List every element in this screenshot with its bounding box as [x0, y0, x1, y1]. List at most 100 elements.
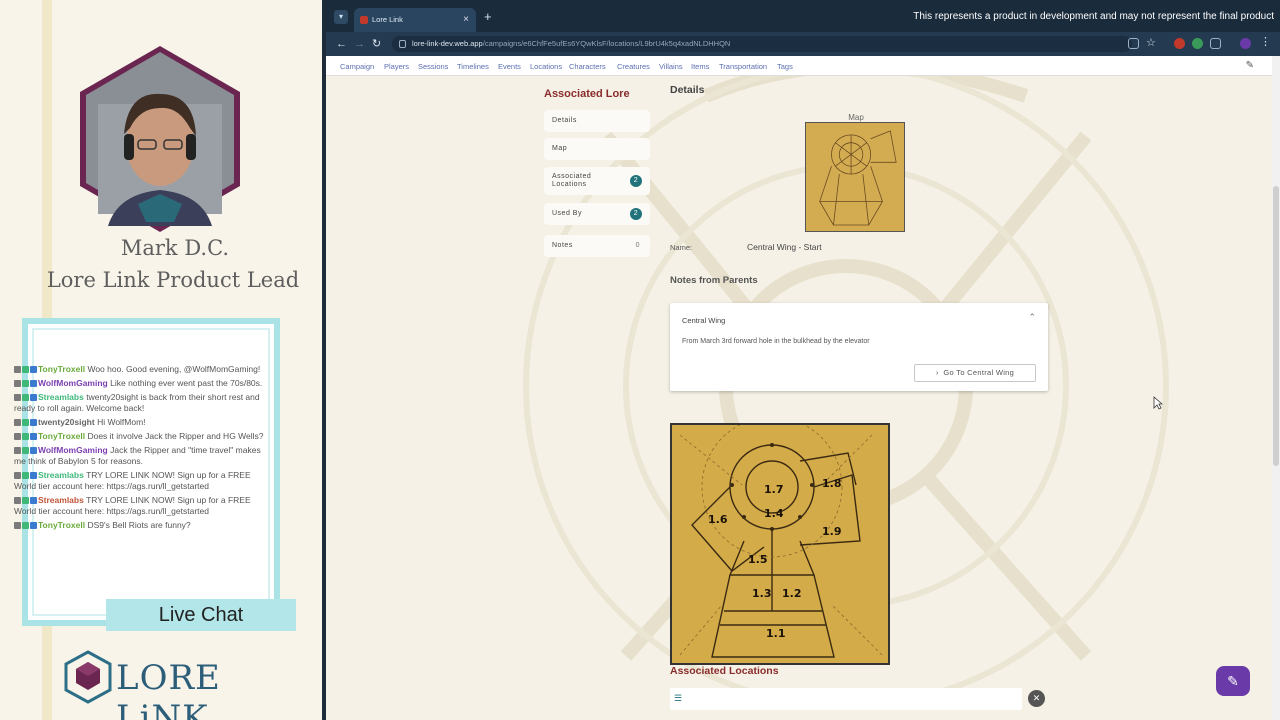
details-heading: Details	[670, 84, 705, 96]
badge-icon	[30, 419, 37, 426]
install-app-icon[interactable]	[1128, 38, 1139, 49]
map-room-label: 1.8	[822, 477, 842, 490]
url-host: lore-link-dev.web.app	[412, 39, 483, 48]
badge-icon	[30, 366, 37, 373]
edit-pencil-icon[interactable]: ✎	[1246, 60, 1254, 71]
extension-icon[interactable]	[1174, 38, 1185, 49]
chat-message: TonyTroxell Does it involve Jack the Rip…	[14, 431, 272, 442]
nav-link-events[interactable]: Events	[498, 62, 521, 71]
nav-link-characters[interactable]: Characters	[569, 62, 606, 71]
nav-link-campaign[interactable]: Campaign	[340, 62, 374, 71]
notes-fab-button[interactable]: ✎	[1216, 666, 1250, 696]
badge-icon	[22, 394, 29, 401]
badge-icon	[30, 380, 37, 387]
chat-message: TonyTroxell DS9's Bell Riots are funny?	[14, 520, 272, 531]
name-label: Name:	[670, 243, 693, 252]
chat-message: twenty20sight Hi WolfMom!	[14, 417, 272, 428]
chat-log: TonyTroxell Woo hoo. Good evening, @Wolf…	[14, 364, 272, 534]
live-chat-label: Live Chat	[106, 599, 296, 631]
close-tab-icon[interactable]: ×	[463, 8, 469, 32]
badge-icon	[14, 380, 21, 387]
badge-icon	[14, 433, 21, 440]
sidebar-item-details[interactable]: Details	[544, 110, 650, 132]
browser-menu-icon[interactable]: ⋮	[1260, 35, 1271, 49]
url-field[interactable]: lore-link-dev.web.app/campaigns/e6ChfFe5…	[392, 36, 1132, 52]
nav-link-tags[interactable]: Tags	[777, 62, 793, 71]
map-room-label: 1.3	[752, 587, 772, 600]
map-room-label: 1.1	[766, 627, 786, 640]
url-path: /campaigns/e6ChfFe5ufEs6YQwKlsF/location…	[482, 39, 731, 48]
chat-message: Streamlabs twenty20sight is back from th…	[14, 392, 272, 414]
go-to-parent-button[interactable]: › Go To Central Wing	[914, 364, 1036, 382]
count-value: 0	[635, 242, 640, 249]
badge-icon	[14, 366, 21, 373]
logo-text: LORE LiNK	[116, 658, 221, 720]
scrollbar[interactable]	[1272, 56, 1280, 720]
puzzle-icon[interactable]	[1210, 38, 1221, 49]
sidebar-item-notes[interactable]: Notes 0	[544, 235, 650, 257]
filter-input[interactable]: ☰	[670, 688, 1022, 710]
nav-link-players[interactable]: Players	[384, 62, 409, 71]
location-map-image[interactable]: 1.7 1.8 1.4 1.6 1.9 1.5 1.3 1.2 1.1	[670, 416, 890, 665]
badge-icon	[30, 497, 37, 504]
parent-note-card: Central Wing ⌃ From March 3rd forward ho…	[670, 303, 1048, 391]
nav-link-locations[interactable]: Locations	[530, 62, 562, 71]
browser-window: ▾ Lore Link × + This represents a produc…	[322, 0, 1280, 720]
sidebar-item-label: Associated Locations	[552, 173, 592, 188]
new-tab-icon[interactable]: +	[484, 10, 492, 24]
scrollbar-thumb[interactable]	[1273, 186, 1279, 466]
extension-icon[interactable]	[1192, 38, 1203, 49]
nav-link-transportation[interactable]: Transportation	[719, 62, 767, 71]
sidebar-item-associated-locations[interactable]: Associated Locations 2	[544, 167, 650, 195]
page-content: ✎ Campaign Players Sessions Timelines Events…	[326, 56, 1280, 720]
reload-icon[interactable]: ↻	[372, 37, 381, 51]
map-room-label: 1.9	[822, 525, 842, 538]
nav-link-creatures[interactable]: Creatures	[617, 62, 650, 71]
map-room-label: 1.2	[782, 587, 802, 600]
mouse-cursor-icon	[1153, 396, 1163, 410]
presenter-role: Lore Link Product Lead	[46, 268, 300, 292]
site-info-icon[interactable]	[399, 40, 406, 48]
badge-icon	[14, 394, 21, 401]
chat-text: Like nothing ever went past the 70s/80s.	[110, 378, 263, 388]
clear-filter-icon[interactable]: ✕	[1028, 690, 1045, 707]
forward-icon[interactable]: →	[354, 37, 365, 51]
badge-icon	[22, 447, 29, 454]
badge-icon	[14, 522, 21, 529]
chat-username: TonyTroxell	[38, 364, 86, 374]
sidebar-item-map[interactable]: Map	[544, 138, 650, 160]
back-icon[interactable]: ←	[336, 37, 347, 51]
map-thumbnail[interactable]	[805, 122, 905, 232]
filter-icon[interactable]: ☰	[674, 693, 682, 704]
location-map-drawing: 1.7 1.8 1.4 1.6 1.9 1.5 1.3 1.2 1.1	[679, 416, 883, 658]
go-button-label: Go To Central Wing	[943, 368, 1015, 377]
badge-icon	[22, 433, 29, 440]
nav-link-villains[interactable]: Villains	[659, 62, 683, 71]
chat-text: Does it involve Jack the Ripper and HG W…	[87, 431, 264, 441]
stream-overlay: Mark D.C. Lore Link Product Lead TonyTro…	[0, 0, 322, 720]
favicon-icon	[360, 16, 368, 24]
sidebar-item-label: Used By	[552, 210, 582, 217]
badge-icon	[22, 419, 29, 426]
bookmark-star-icon[interactable]: ☆	[1146, 36, 1156, 50]
associated-locations-heading: Associated Locations	[670, 665, 779, 677]
badge-icon	[14, 472, 21, 479]
parent-name: Central Wing	[682, 316, 726, 325]
badge-icon	[30, 394, 37, 401]
tab-search-icon[interactable]: ▾	[334, 10, 348, 24]
nav-link-timelines[interactable]: Timelines	[457, 62, 489, 71]
profile-avatar[interactable]	[1240, 38, 1251, 49]
address-bar: ← → ↻ lore-link-dev.web.app/campaigns/e6…	[326, 32, 1280, 56]
nav-link-items[interactable]: Items	[691, 62, 709, 71]
chevron-up-icon[interactable]: ⌃	[1028, 312, 1036, 323]
sidebar-item-used-by[interactable]: Used By 2	[544, 203, 650, 225]
badge-icon	[22, 380, 29, 387]
tab-bar: ▾ Lore Link × + This represents a produc…	[326, 0, 1280, 32]
badge-icon	[14, 447, 21, 454]
chat-text: Hi WolfMom!	[97, 417, 146, 427]
nav-link-sessions[interactable]: Sessions	[418, 62, 448, 71]
map-room-label: 1.7	[764, 483, 784, 496]
browser-tab[interactable]: Lore Link ×	[354, 8, 476, 32]
name-value: Central Wing - Start	[747, 242, 822, 252]
chat-message: Streamlabs TRY LORE LINK NOW! Sign up fo…	[14, 470, 272, 492]
